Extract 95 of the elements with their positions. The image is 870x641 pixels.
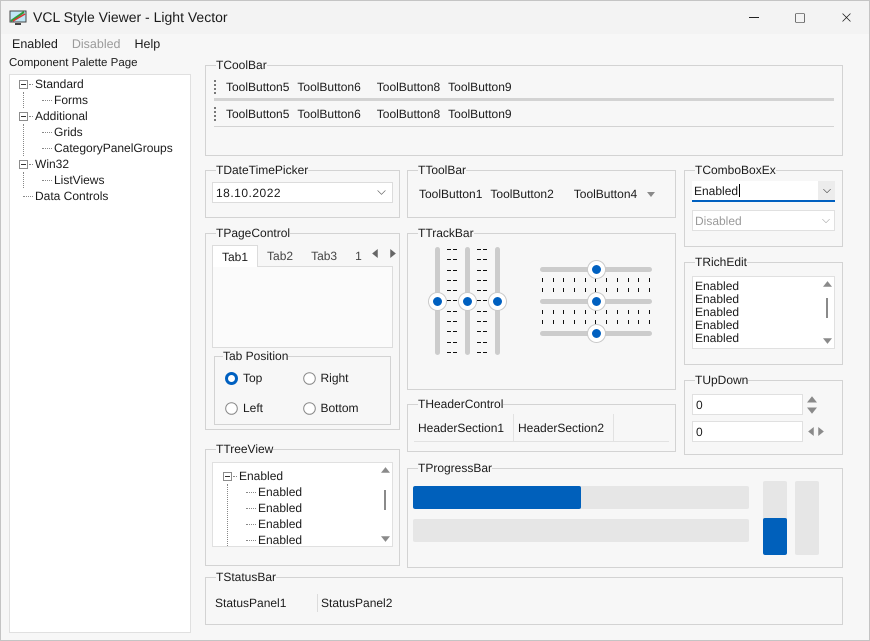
header-section[interactable]: HeaderSection1 xyxy=(414,414,514,441)
header-section[interactable]: HeaderSection2 xyxy=(514,414,614,441)
menu-item[interactable]: Help xyxy=(128,34,168,54)
tree-item[interactable]: ListViews xyxy=(53,173,106,187)
group-title: TStatusBar xyxy=(216,570,276,584)
tool-button[interactable]: ToolButton2 xyxy=(486,184,558,204)
collapse-box-icon[interactable] xyxy=(19,80,28,88)
status-text: StatusPanel1 xyxy=(215,595,288,612)
group-title: TPageControl xyxy=(216,226,290,240)
group-title: TTrackBar xyxy=(418,226,474,240)
tree-item[interactable]: Enabled xyxy=(238,469,284,483)
spin-buttons[interactable] xyxy=(807,427,825,436)
group-title: TRichEdit xyxy=(695,255,748,269)
caret-down-icon[interactable] xyxy=(380,534,390,543)
maximize-icon xyxy=(794,12,806,24)
palette-label: Component Palette Page xyxy=(9,56,139,70)
collapse-box-icon[interactable] xyxy=(223,472,232,480)
tool-button[interactable]: ToolButton8 xyxy=(372,104,444,124)
slider-thumb[interactable] xyxy=(428,292,446,310)
tool-button[interactable]: ToolButton5 xyxy=(222,76,294,96)
radio-icon[interactable] xyxy=(302,402,316,414)
slider-thumb[interactable] xyxy=(588,324,604,342)
tab[interactable]: Tab1 xyxy=(212,245,258,267)
tab[interactable]: Tab2 xyxy=(258,246,302,266)
tab[interactable]: Tab3 xyxy=(302,246,346,266)
caret-left-icon[interactable] xyxy=(370,249,380,258)
tree-item[interactable]: Additional xyxy=(34,109,89,123)
tool-button[interactable]: ToolButton8 xyxy=(372,76,444,96)
date-field[interactable]: 18.10.2022 xyxy=(212,182,393,203)
slider-thumb[interactable] xyxy=(458,292,476,310)
caret-right-icon[interactable] xyxy=(816,427,825,436)
group-title: THeaderControl xyxy=(418,397,504,411)
radio-label[interactable]: Top xyxy=(243,369,262,387)
tree-item[interactable]: CategoryPanelGroups xyxy=(53,141,174,155)
group-title: TDateTimePicker xyxy=(216,163,308,177)
tree-item[interactable]: Enabled xyxy=(257,533,304,546)
tool-button[interactable]: ToolButton5 xyxy=(222,104,294,124)
text-line: Enabled xyxy=(695,332,740,345)
tree-item[interactable]: Win32 xyxy=(34,157,70,171)
rich-edit[interactable]: Enabled Enabled Enabled Enabled Enabled xyxy=(692,276,835,349)
monitor-icon xyxy=(9,10,27,26)
text-line: Enabled xyxy=(695,280,740,293)
radio-label[interactable]: Bottom xyxy=(320,399,359,417)
text-line: Enabled xyxy=(695,319,740,332)
text-line: Enabled xyxy=(695,306,740,319)
tool-button[interactable]: ToolButton9 xyxy=(444,76,516,96)
tree-item[interactable]: Forms xyxy=(53,93,89,107)
group-title: TToolBar xyxy=(418,163,466,177)
collapse-box-icon[interactable] xyxy=(19,112,28,120)
tab[interactable]: 1 xyxy=(346,246,371,266)
tree-view[interactable]: Enabled Enabled Enabled Enabled Enabled xyxy=(212,462,393,547)
window-title: VCL Style Viewer - Light Vector xyxy=(33,8,228,27)
tree-item[interactable]: Enabled xyxy=(257,485,304,499)
group-title: TTreeView xyxy=(216,442,274,456)
tree-item[interactable]: Grids xyxy=(53,125,84,139)
caret-down-icon[interactable] xyxy=(822,336,832,345)
tree-item[interactable]: Data Controls xyxy=(34,189,110,203)
dropdown-tool-button[interactable]: ToolButton4 xyxy=(570,184,660,204)
text-line: Enabled xyxy=(695,293,740,306)
caret-down-icon[interactable] xyxy=(647,190,656,198)
tool-button[interactable]: ToolButton9 xyxy=(444,104,516,124)
radio-label[interactable]: Right xyxy=(320,369,349,387)
collapse-box-icon[interactable] xyxy=(19,160,28,168)
radio-label[interactable]: Left xyxy=(243,399,264,417)
radio-icon[interactable] xyxy=(225,402,238,414)
minimize-icon xyxy=(749,17,759,18)
caret-left-icon[interactable] xyxy=(807,427,816,436)
caret-down-icon[interactable] xyxy=(807,404,817,414)
radio-icon[interactable] xyxy=(225,372,238,384)
group-title: TUpDown xyxy=(695,373,748,387)
number-field[interactable]: 0 xyxy=(692,421,803,442)
spin-buttons[interactable] xyxy=(807,394,817,414)
caret-up-icon[interactable] xyxy=(807,394,817,404)
status-text: StatusPanel2 xyxy=(317,594,419,612)
radio-icon[interactable] xyxy=(302,372,316,384)
group-title: TCoolBar xyxy=(216,58,267,72)
tool-button[interactable]: ToolButton6 xyxy=(293,104,365,124)
slider-thumb[interactable] xyxy=(488,292,506,310)
palette-tree[interactable]: Standard Forms Additional Grids CategoryPanelGroups Win32 ListViews Data Controls xyxy=(9,74,191,633)
menu-item[interactable]: Enabled xyxy=(5,34,65,54)
tree-item[interactable]: Enabled xyxy=(257,517,304,531)
caret-up-icon[interactable] xyxy=(822,280,832,289)
tool-button[interactable]: ToolButton1 xyxy=(415,184,486,204)
caret-up-icon[interactable] xyxy=(380,466,390,475)
slider-thumb[interactable] xyxy=(588,260,604,278)
group-title: Tab Position xyxy=(223,349,288,363)
slider-thumb[interactable] xyxy=(588,292,604,310)
tree-item[interactable]: Standard xyxy=(34,77,85,91)
combo-box[interactable]: Enabled xyxy=(692,181,835,202)
group-title: TComboBoxEx xyxy=(695,163,776,177)
tool-button[interactable]: ToolButton6 xyxy=(293,76,365,96)
tree-item[interactable]: Enabled xyxy=(257,501,304,515)
group-title: TProgressBar xyxy=(418,461,492,475)
caret-right-icon[interactable] xyxy=(388,249,397,258)
number-field[interactable]: 0 xyxy=(692,394,803,415)
